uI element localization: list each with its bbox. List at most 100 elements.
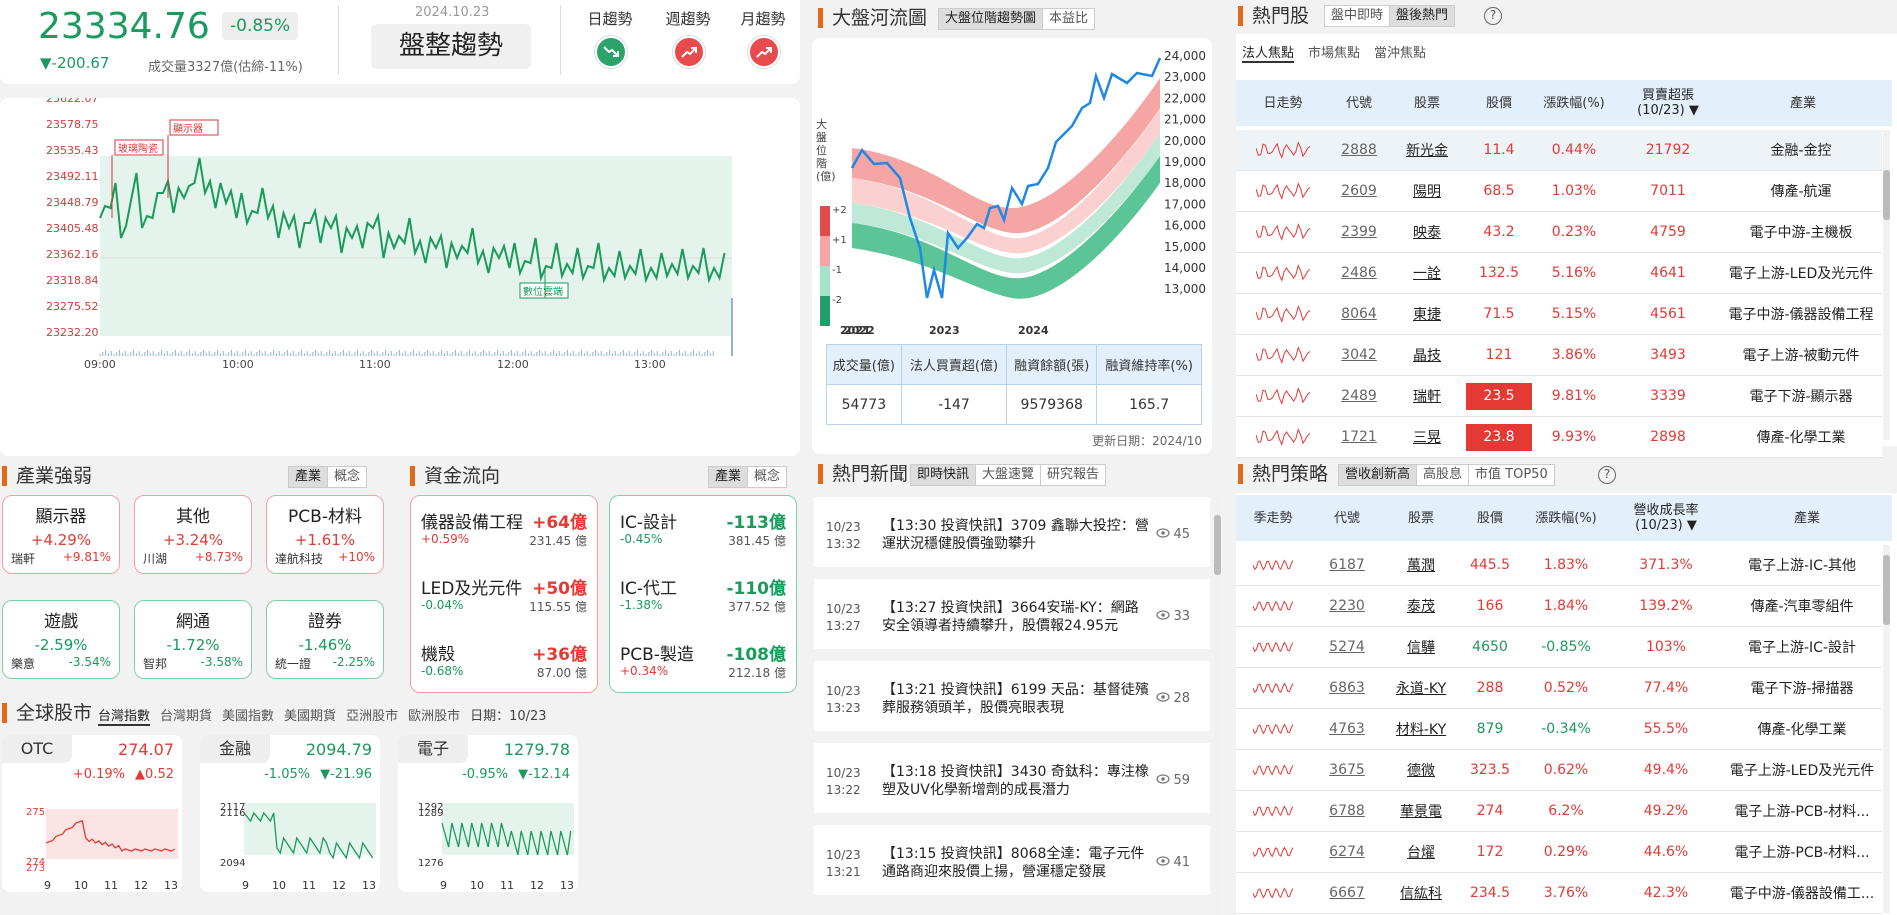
tab-after-hours[interactable]: 盤後熱門: [1390, 6, 1455, 26]
news-headline[interactable]: 【13:21 投資快訊】6199 天品：基督徒殯葬服務領頭羊，股價亮眼表現: [882, 681, 1152, 717]
news-headline[interactable]: 【13:18 投資快訊】3430 奇鈦科：專注橡塑及UV化學新增劑的成長潛力: [882, 763, 1152, 799]
stock-name-link[interactable]: 信紘科: [1384, 883, 1458, 903]
tab-revenue-high[interactable]: 營收創新高: [1339, 465, 1418, 485]
flow-row[interactable]: LED及光元件 +50億 -0.04% 115.55 億: [421, 570, 587, 630]
scrollbar[interactable]: [1883, 545, 1890, 913]
tab-high-dividend[interactable]: 高股息: [1417, 465, 1470, 485]
column-header[interactable]: 營收成長率 (10/23) ▼: [1610, 503, 1722, 533]
stock-name-link[interactable]: 信驊: [1384, 637, 1458, 657]
tab-research[interactable]: 研究報告: [1041, 465, 1105, 485]
scrollbar[interactable]: [1214, 495, 1221, 915]
stock-code-link[interactable]: 2230: [1310, 598, 1384, 614]
trend-month[interactable]: 月趨勢: [733, 8, 793, 68]
flow-row[interactable]: IC-設計 -113億 -0.45% 381.45 億: [620, 504, 786, 564]
tab-top50[interactable]: 市值 TOP50: [1469, 465, 1554, 485]
stock-code-link[interactable]: 6274: [1310, 844, 1384, 860]
stock-code-link[interactable]: 2489: [1330, 388, 1388, 404]
stock-code-link[interactable]: 2486: [1330, 265, 1388, 281]
tab-intraday[interactable]: 盤中即時: [1325, 6, 1391, 26]
news-headline[interactable]: 【13:27 投資快訊】3664安瑞-KY：網路安全領導者持續攀升，股價報24.…: [882, 599, 1152, 635]
table-row[interactable]: 1721 三晃 23.8 9.93% 2898 傳產-化學工業: [1236, 417, 1882, 458]
industry-card[interactable]: 證券 -1.46% 統一證 -2.25%: [266, 600, 384, 679]
subtab-market[interactable]: 市場焦點: [1308, 42, 1360, 63]
subtab-daytrade[interactable]: 當沖焦點: [1374, 42, 1426, 63]
table-row[interactable]: 2609 陽明 68.5 1.03% 7011 傳產-航運: [1236, 171, 1882, 212]
stock-name-link[interactable]: 晶技: [1388, 345, 1466, 365]
market-card[interactable]: OTC 274.07 +0.19% ▲0.52 275 274 273 9 10 11 12 13: [2, 735, 182, 892]
table-row[interactable]: 8064 東捷 71.5 5.15% 4561 電子中游-儀器設備工程: [1236, 294, 1882, 335]
stock-code-link[interactable]: 8064: [1330, 306, 1388, 322]
subtab-institutional[interactable]: 法人焦點: [1242, 42, 1295, 63]
table-row[interactable]: 5274 信驊 4650 -0.85% 103% 電子上游-IC-設計: [1236, 627, 1882, 668]
stock-code-link[interactable]: 6187: [1310, 557, 1384, 573]
stock-name-link[interactable]: 瑞軒: [1388, 386, 1466, 406]
tab-concept[interactable]: 概念: [328, 467, 366, 487]
stock-name-link[interactable]: 泰茂: [1384, 596, 1458, 616]
tab-asia[interactable]: 亞洲股市: [346, 705, 398, 726]
stock-name-link[interactable]: 一詮: [1388, 263, 1466, 283]
help-icon[interactable]: ?: [1598, 466, 1616, 484]
market-card[interactable]: 電子 1279.78 -0.95% ▼-12.14 1292 1289 1276 9 10 11 1…: [398, 735, 578, 892]
stock-code-link[interactable]: 4763: [1310, 721, 1384, 737]
trend-week[interactable]: 週趨勢: [658, 8, 718, 68]
stock-code-link[interactable]: 2888: [1330, 142, 1388, 158]
tab-tw-futures[interactable]: 台灣期貨: [160, 705, 212, 726]
table-row[interactable]: 2489 瑞軒 23.5 9.81% 3339 電子下游-顯示器: [1236, 376, 1882, 417]
stock-code-link[interactable]: 3042: [1330, 347, 1388, 363]
stock-name-link[interactable]: 映泰: [1388, 222, 1466, 242]
tab-us-index[interactable]: 美國指數: [222, 705, 274, 726]
flow-row[interactable]: 機殼 +36億 -0.68% 87.00 億: [421, 636, 587, 696]
scrollbar[interactable]: [1883, 130, 1890, 440]
stock-name-link[interactable]: 三晃: [1388, 427, 1466, 447]
news-item[interactable]: 10/23 13:27 【13:27 投資快訊】3664安瑞-KY：網路安全領導者持…: [814, 579, 1210, 649]
stock-code-link[interactable]: 3675: [1310, 762, 1384, 778]
stock-code-link[interactable]: 6863: [1310, 680, 1384, 696]
tab-river-level[interactable]: 大盤位階趨勢圖: [939, 9, 1044, 29]
stock-name-link[interactable]: 華景電: [1384, 801, 1458, 821]
industry-card[interactable]: 其他 +3.24% 川湖 +8.73%: [134, 495, 252, 574]
news-item[interactable]: 10/23 13:21 【13:15 投資快訊】8068全達：電子元件通路商迎來股價…: [814, 825, 1210, 895]
news-item[interactable]: 10/23 13:23 【13:21 投資快訊】6199 天品：基督徒殯葬服務領頭羊…: [814, 661, 1210, 731]
tab-europe[interactable]: 歐洲股市: [408, 705, 460, 726]
intraday-chart[interactable]: 23622.07 23578.75 23535.43 23492.11 23448.79…: [0, 98, 800, 456]
table-row[interactable]: 6863 永道-KY 288 0.52% 77.4% 電子下游-掃描器: [1236, 668, 1882, 709]
table-row[interactable]: 3042 晶技 121 3.86% 3493 電子上游-被動元件: [1236, 335, 1882, 376]
stock-code-link[interactable]: 6667: [1310, 885, 1384, 901]
industry-card[interactable]: 遊戲 -2.59% 樂意 -3.54%: [2, 600, 120, 679]
tab-realtime[interactable]: 即時快訊: [911, 465, 977, 485]
stock-name-link[interactable]: 陽明: [1388, 181, 1466, 201]
flow-row[interactable]: IC-代工 -110億 -1.38% 377.52 億: [620, 570, 786, 630]
table-row[interactable]: 6187 萬潤 445.5 1.83% 371.3% 電子上游-IC-其他: [1236, 545, 1882, 586]
news-item[interactable]: 10/23 13:22 【13:18 投資快訊】3430 奇鈦科：專注橡塑及UV化學…: [814, 743, 1210, 813]
stock-code-link[interactable]: 1721: [1330, 429, 1388, 445]
table-row[interactable]: 2486 一詮 132.5 5.16% 4641 電子上游-LED及光元件: [1236, 253, 1882, 294]
table-row[interactable]: 4763 材料-KY 879 -0.34% 55.5% 傳產-化學工業: [1236, 709, 1882, 750]
table-row[interactable]: 6667 信紘科 234.5 3.76% 42.3% 電子中游-儀器設備工...: [1236, 873, 1882, 914]
stock-name-link[interactable]: 萬潤: [1384, 555, 1458, 575]
stock-name-link[interactable]: 材料-KY: [1384, 719, 1458, 739]
tab-flow-industry[interactable]: 產業: [709, 467, 749, 487]
industry-card[interactable]: PCB-材料 +1.61% 達航科技 +10%: [266, 495, 384, 574]
table-row[interactable]: 2230 泰茂 166 1.84% 139.2% 傳產-汽車零組件: [1236, 586, 1882, 627]
tab-us-futures[interactable]: 美國期貨: [284, 705, 336, 726]
flow-row[interactable]: PCB-製造 -108億 +0.34% 212.18 億: [620, 636, 786, 696]
stock-code-link[interactable]: 6788: [1310, 803, 1384, 819]
help-icon[interactable]: ?: [1484, 7, 1502, 25]
tab-market-overview[interactable]: 大盤速覽: [976, 465, 1042, 485]
market-card[interactable]: 金融 2094.79 -1.05% ▼-21.96 2117 2116 2094 9 10 11 1…: [200, 735, 380, 892]
news-item[interactable]: 10/23 13:32 【13:30 投資快訊】3709 鑫聯大投控：營運狀況穩健股…: [814, 497, 1210, 567]
stock-code-link[interactable]: 5274: [1310, 639, 1384, 655]
tab-flow-concept[interactable]: 概念: [748, 467, 786, 487]
tab-tw-index[interactable]: 台灣指數: [98, 705, 151, 726]
stock-name-link[interactable]: 台燿: [1384, 842, 1458, 862]
stock-name-link[interactable]: 新光金: [1388, 140, 1466, 160]
stock-name-link[interactable]: 永道-KY: [1384, 678, 1458, 698]
river-chart[interactable]: +2 +1 -1 -2 24,000 23,000 22,000 21,000 20,000 19…: [812, 38, 1212, 338]
tab-industry[interactable]: 產業: [289, 467, 329, 487]
table-row[interactable]: 2399 映泰 43.2 0.23% 4759 電子中游-主機板: [1236, 212, 1882, 253]
tab-river-pe[interactable]: 本益比: [1043, 9, 1094, 29]
column-header[interactable]: 買賣超張 (10/23) ▼: [1616, 88, 1720, 118]
table-row[interactable]: 6274 台燿 172 0.29% 44.6% 電子上游-PCB-材料...: [1236, 832, 1882, 873]
industry-card[interactable]: 顯示器 +4.29% 瑞軒 +9.81%: [2, 495, 120, 574]
news-headline[interactable]: 【13:15 投資快訊】8068全達：電子元件通路商迎來股價上揚，營運穩定發展: [882, 845, 1152, 881]
